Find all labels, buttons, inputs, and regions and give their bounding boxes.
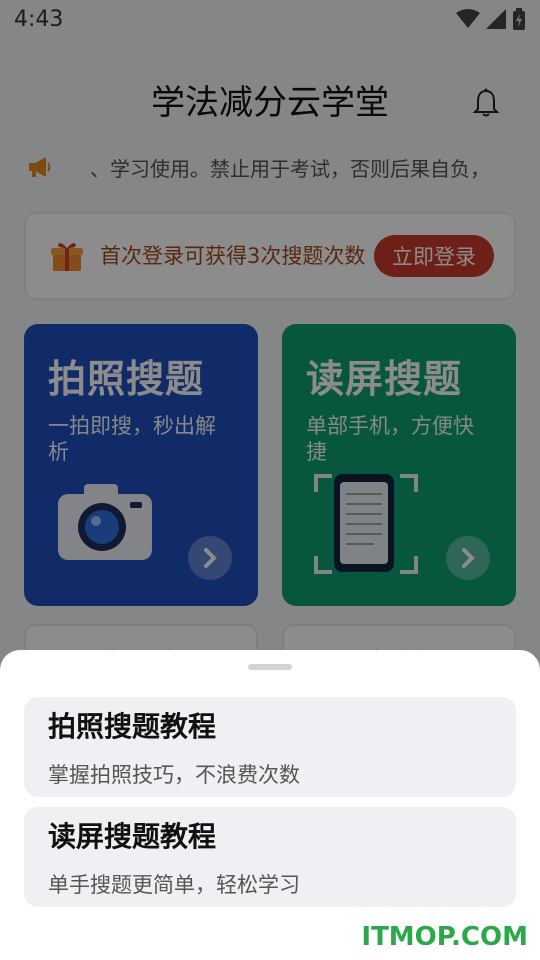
photo-tutorial-subtitle: 掌握拍照技巧，不浪费次数 xyxy=(48,763,300,787)
screen-tutorial-title: 读屏搜题教程 xyxy=(48,820,217,853)
photo-tutorial-option[interactable]: 拍照搜题教程 掌握拍照技巧，不浪费次数 xyxy=(24,697,516,797)
watermark: ITMOP.COM xyxy=(361,922,528,952)
photo-tutorial-title: 拍照搜题教程 xyxy=(48,710,217,743)
bottom-sheet: 拍照搜题教程 掌握拍照技巧，不浪费次数 读屏搜题教程 单手搜题更简单，轻松学习 xyxy=(0,650,540,960)
sheet-drag-handle[interactable] xyxy=(248,664,292,670)
screen-tutorial-subtitle: 单手搜题更简单，轻松学习 xyxy=(48,873,300,897)
screen-tutorial-option[interactable]: 读屏搜题教程 单手搜题更简单，轻松学习 xyxy=(24,807,516,907)
